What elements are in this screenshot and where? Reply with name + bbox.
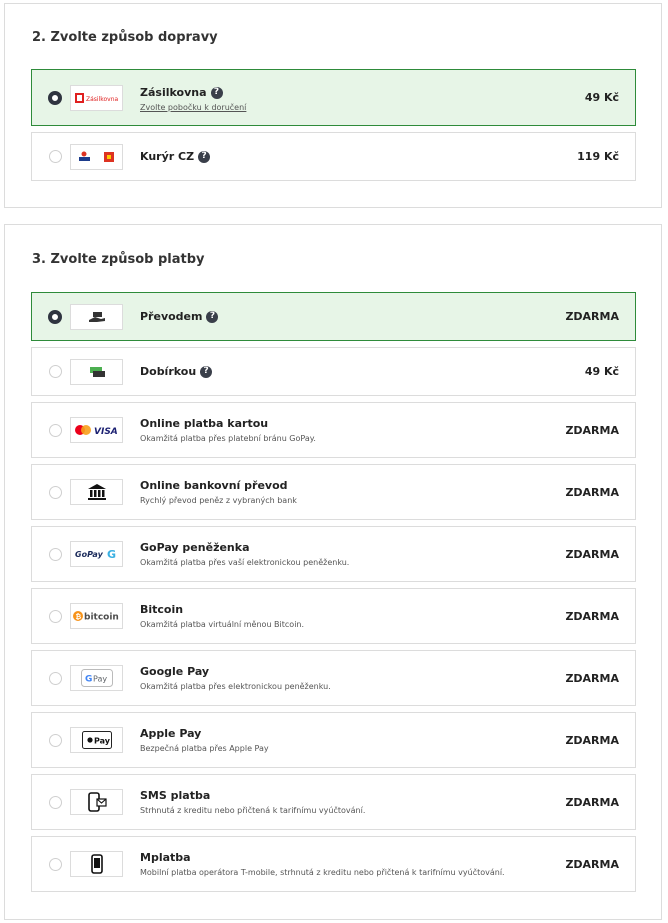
payment-option-sms[interactable]: SMS platba Strhnutá z kreditu nebo přičt…: [31, 774, 636, 830]
shipping-section-title: 2. Zvolte způsob dopravy: [32, 30, 218, 45]
payment-price: ZDARMA: [565, 310, 619, 323]
payment-option-label: Dobírkou: [140, 365, 197, 378]
radio-unselected[interactable]: [49, 796, 62, 809]
payment-price: ZDARMA: [565, 734, 619, 747]
help-icon[interactable]: ?: [206, 310, 219, 323]
radio-unselected[interactable]: [49, 672, 62, 685]
shipping-section: 2. Zvolte způsob dopravy Zásilkovna Zási…: [4, 3, 662, 208]
shipping-option-label: Kurýr CZ: [140, 150, 195, 163]
choose-branch-link[interactable]: Zvolte pobočku k doručení: [140, 103, 246, 112]
payment-price: ZDARMA: [565, 672, 619, 685]
mobile-phone-icon: [70, 851, 123, 877]
bank-transfer-hand-icon: [70, 304, 123, 330]
zasilkovna-logo: Zásilkovna: [70, 85, 123, 111]
bitcoin-logo-text: bitcoin: [84, 613, 119, 623]
payment-option-name: Google Pay: [140, 665, 210, 678]
radio-unselected[interactable]: [49, 548, 62, 561]
shipping-option-name: Zásilkovna ?: [140, 86, 223, 99]
sms-phone-icon: [70, 789, 123, 815]
payment-option-name: Online bankovní převod: [140, 479, 288, 492]
payment-price: 49 Kč: [584, 365, 619, 378]
payment-option-desc: Bezpečná platba přes Apple Pay: [140, 744, 269, 753]
shipping-option-kuryr[interactable]: Kurýr CZ ? 119 Kč: [31, 132, 636, 181]
google-pay-logo: G Pay: [70, 665, 123, 691]
payment-price: ZDARMA: [565, 548, 619, 561]
payment-option-google-pay[interactable]: G Pay Google Pay Okamžitá platba přes el…: [31, 650, 636, 706]
payment-price: ZDARMA: [565, 796, 619, 809]
payment-option-prevodem[interactable]: Převodem ? ZDARMA: [31, 292, 636, 341]
payment-section: 3. Zvolte způsob platby Převodem ? ZDARM…: [4, 224, 662, 920]
zasilkovna-logo-text: Zásilkovna: [86, 96, 119, 103]
payment-option-name: GoPay peněženka: [140, 541, 250, 554]
payment-option-name: Převodem ?: [140, 310, 219, 323]
help-icon[interactable]: ?: [198, 150, 211, 163]
radio-unselected[interactable]: [49, 486, 62, 499]
payment-option-desc: Okamžitá platba přes elektronickou peněž…: [140, 682, 331, 691]
help-icon[interactable]: ?: [210, 86, 223, 99]
payment-option-desc: Mobilní platba operátora T-mobile, strhn…: [140, 868, 505, 877]
payment-option-apple-pay[interactable]: Pay Apple Pay Bezpečná platba přes Apple…: [31, 712, 636, 768]
mastercard-visa-logo: VISA: [70, 417, 123, 443]
help-icon[interactable]: ?: [200, 365, 213, 378]
radio-unselected[interactable]: [49, 365, 62, 378]
payment-price: ZDARMA: [565, 486, 619, 499]
svg-text:G: G: [85, 675, 92, 685]
payment-option-name: SMS platba: [140, 789, 211, 802]
apple-pay-logo: Pay: [70, 727, 123, 753]
payment-option-mplatba[interactable]: Mplatba Mobilní platba operátora T-mobil…: [31, 836, 636, 892]
payment-option-label: Převodem: [140, 310, 203, 323]
payment-option-bank-transfer[interactable]: Online bankovní převod Rychlý převod pen…: [31, 464, 636, 520]
radio-selected[interactable]: [48, 91, 62, 105]
payment-option-name: Apple Pay: [140, 727, 202, 740]
gopay-logo-text: GoPay: [75, 550, 104, 559]
radio-unselected[interactable]: [49, 424, 62, 437]
payment-option-desc: Strhnutá z kreditu nebo přičtená k tarif…: [140, 806, 366, 815]
radio-unselected[interactable]: [49, 610, 62, 623]
payment-option-name: Bitcoin: [140, 603, 184, 616]
payment-price: ZDARMA: [565, 424, 619, 437]
payment-option-name: Dobírkou ?: [140, 365, 213, 378]
radio-unselected[interactable]: [49, 858, 62, 871]
radio-unselected[interactable]: [49, 734, 62, 747]
visa-logo-text: VISA: [94, 427, 118, 437]
shipping-option-zasilkovna[interactable]: Zásilkovna Zásilkovna ? Zvolte pobočku k…: [31, 69, 636, 126]
payment-option-bitcoin[interactable]: ₿ bitcoin Bitcoin Okamžitá platba virtuá…: [31, 588, 636, 644]
shipping-option-label: Zásilkovna: [140, 86, 207, 99]
payment-option-name: Online platba kartou: [140, 417, 269, 430]
radio-selected[interactable]: [48, 310, 62, 324]
gopay-logo: GoPay G: [70, 541, 123, 567]
radio-unselected[interactable]: [49, 150, 62, 163]
cash-on-delivery-icon: [70, 359, 123, 385]
apple-pay-logo-text: Pay: [94, 737, 111, 746]
svg-text:₿: ₿: [75, 613, 81, 621]
payment-option-desc: Okamžitá platba virtuální měnou Bitcoin.: [140, 620, 305, 629]
payment-option-card[interactable]: VISA Online platba kartou Okamžitá platb…: [31, 402, 636, 458]
google-pay-logo-text: Pay: [93, 675, 107, 684]
payment-option-gopay[interactable]: GoPay G GoPay peněženka Okamžitá platba …: [31, 526, 636, 582]
payment-option-desc: Rychlý převod peněz z vybraných bank: [140, 496, 297, 505]
bank-building-icon: [70, 479, 123, 505]
svg-text:G: G: [107, 548, 116, 561]
ppl-dhl-logo: [70, 144, 123, 170]
payment-price: ZDARMA: [565, 610, 619, 623]
bitcoin-logo: ₿ bitcoin: [70, 603, 123, 629]
payment-option-desc: Okamžitá platba přes platební bránu GoPa…: [140, 434, 316, 443]
payment-section-title: 3. Zvolte způsob platby: [32, 252, 205, 267]
payment-option-name: Mplatba: [140, 851, 191, 864]
payment-option-dobirkou[interactable]: Dobírkou ? 49 Kč: [31, 347, 636, 396]
shipping-option-name: Kurýr CZ ?: [140, 150, 211, 163]
shipping-price: 49 Kč: [584, 91, 619, 104]
payment-price: ZDARMA: [565, 858, 619, 871]
payment-option-desc: Okamžitá platba přes vaší elektronickou …: [140, 558, 350, 567]
shipping-price: 119 Kč: [577, 150, 619, 163]
